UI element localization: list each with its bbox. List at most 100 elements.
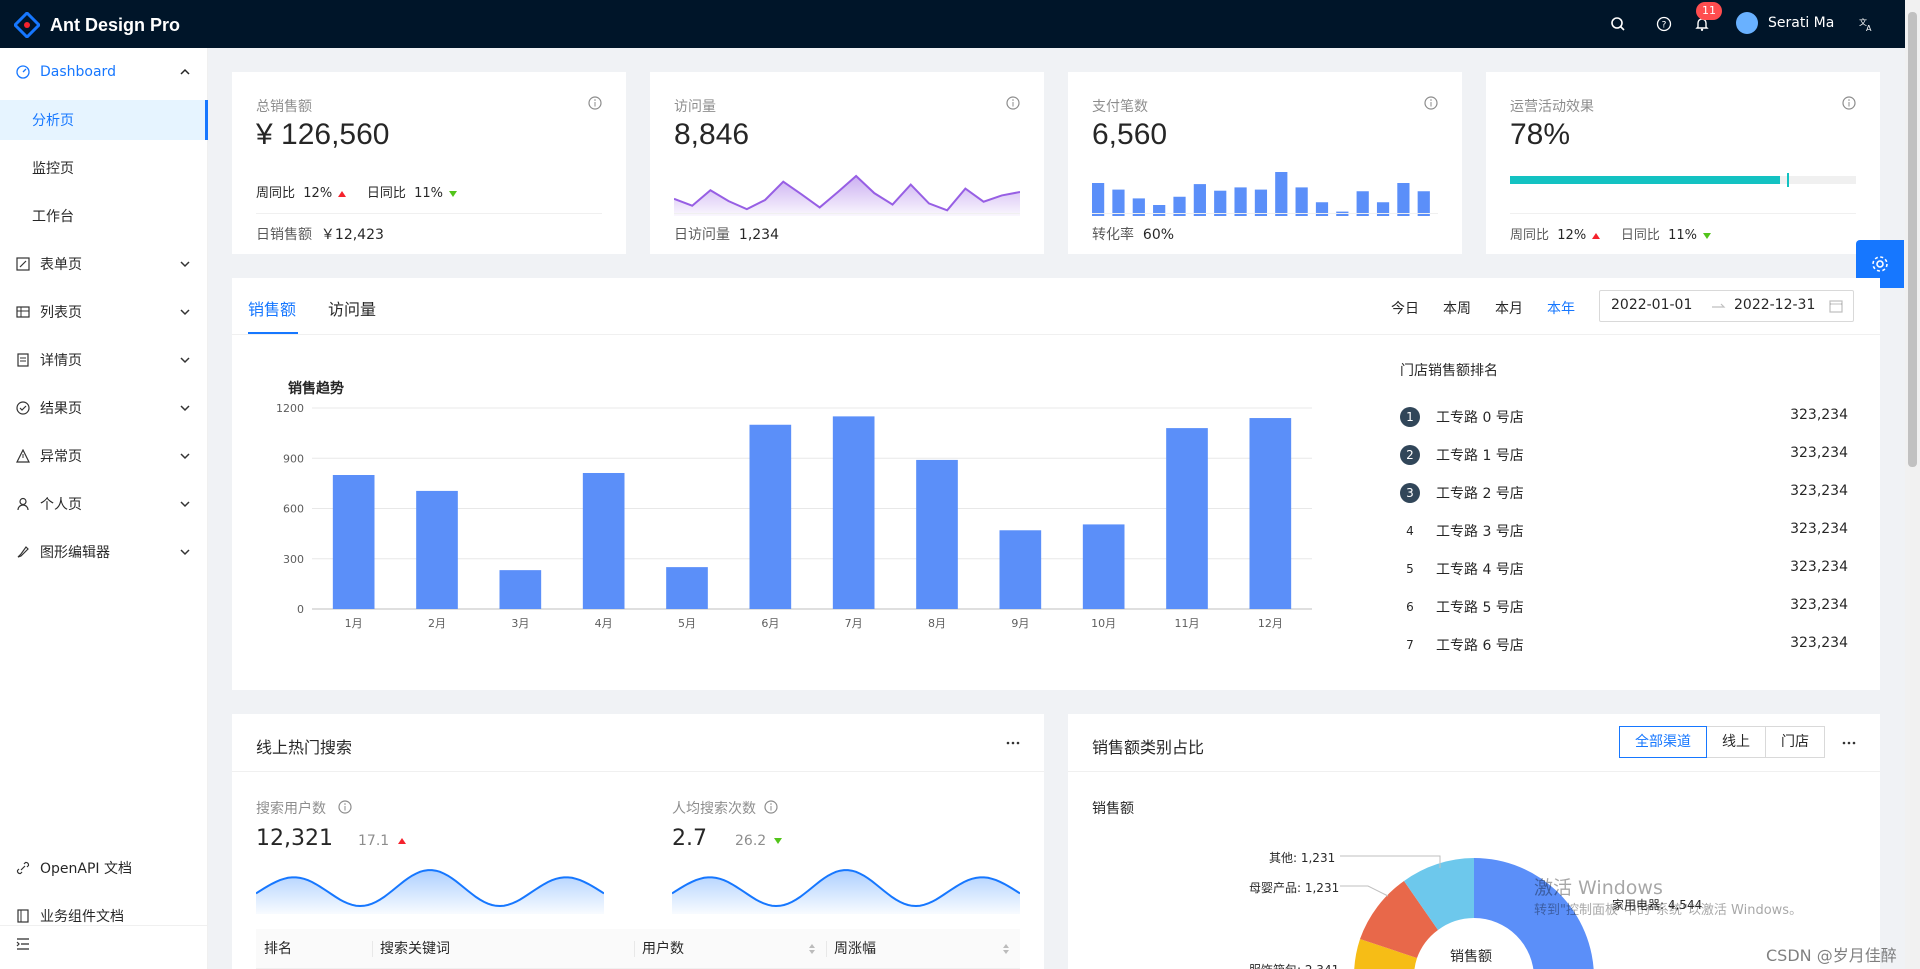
sidebar-item-result[interactable]: 结果页: [0, 388, 208, 428]
bar-7月: [832, 416, 875, 609]
date-range-picker[interactable]: 2022-01-01 2022-12-31: [1599, 290, 1854, 322]
info-circle-icon[interactable]: [588, 96, 602, 110]
channel-store-button[interactable]: 门店: [1765, 726, 1825, 758]
x-tick-label: 5月: [678, 617, 696, 630]
kpi-trends: 周同比 12% 日同比 11%: [1510, 224, 1712, 243]
sidebar-link-components[interactable]: 业务组件文档: [0, 896, 208, 936]
trend-label: 日同比: [366, 186, 406, 201]
progress-target-marker: [1786, 173, 1789, 187]
swap-right-icon: [1712, 303, 1726, 308]
label-line: [1340, 855, 1441, 868]
sidebar-item-exception[interactable]: 异常页: [0, 436, 208, 476]
ranking-item: 4 工专路 3 号店 323,234: [1400, 521, 1848, 541]
range-week[interactable]: 本周: [1443, 298, 1471, 318]
sidebar-item-workplace[interactable]: 工作台: [0, 196, 208, 236]
user-menu[interactable]: Serati Ma: [1736, 12, 1834, 34]
user-name: Serati Ma: [1768, 15, 1835, 31]
mini-bar: [1397, 183, 1410, 216]
category-share-card: 销售额类别占比 全部渠道 线上 门店 销售额 其他: 1,231 母婴产品: 1…: [1068, 714, 1880, 969]
users-value: 12,321: [256, 826, 333, 851]
app-title: Ant Design Pro: [50, 14, 181, 35]
bar-4月: [582, 472, 625, 609]
progress-track: [1510, 173, 1856, 187]
search-icon[interactable]: [1610, 16, 1626, 32]
info-circle-icon[interactable]: [338, 800, 352, 814]
kpi-title: 支付笔数: [1092, 99, 1148, 115]
translate-icon[interactable]: 文A: [1858, 16, 1874, 32]
col-keyword[interactable]: 搜索关键词: [380, 938, 450, 958]
ellipsis-icon[interactable]: [1006, 736, 1020, 750]
sidebar-item-analysis[interactable]: 分析页: [0, 100, 208, 140]
rank-number: 1: [1400, 407, 1420, 427]
sidebar-item-profile[interactable]: 详情页: [0, 340, 208, 380]
info-circle-icon[interactable]: [1842, 96, 1856, 110]
sidebar-item-account[interactable]: 个人页: [0, 484, 208, 524]
tab-sales[interactable]: 销售额: [248, 296, 296, 320]
caret-up-icon: [1592, 232, 1601, 239]
menu-fold-icon[interactable]: [16, 937, 30, 951]
footer-label: 转化率: [1092, 227, 1134, 243]
page-scrollbar[interactable]: [1905, 0, 1920, 969]
store-name: 工专路 2 号店: [1436, 486, 1524, 502]
channel-online-button[interactable]: 线上: [1706, 726, 1766, 758]
sidebar-item-monitor[interactable]: 监控页: [0, 148, 208, 188]
avg-search-change: 26.2: [735, 833, 767, 849]
trend-value: 12%: [303, 186, 333, 201]
label-line: [1340, 885, 1389, 897]
y-tick-label: 300: [283, 553, 304, 566]
bar-3月: [499, 570, 542, 609]
channel-all-button[interactable]: 全部渠道: [1619, 726, 1707, 758]
ranking-item: 3 工专路 2 号店 323,234: [1400, 483, 1848, 503]
col-users[interactable]: 用户数: [642, 938, 684, 958]
ranking-item: 7 工专路 6 号店 323,234: [1400, 635, 1848, 655]
info-circle-icon[interactable]: [1006, 96, 1020, 110]
range-start[interactable]: 2022-01-01: [1611, 297, 1692, 313]
kpi-trends: 周同比 12% 日同比 11%: [256, 182, 458, 201]
rank-number: 6: [1406, 600, 1414, 614]
question-icon[interactable]: ?: [1656, 16, 1672, 32]
col-weekly-change[interactable]: 周涨幅: [834, 938, 876, 958]
kpi-footer: 转化率 60%: [1092, 224, 1174, 244]
range-month[interactable]: 本月: [1495, 298, 1523, 318]
payments-mini-bar-chart: [1092, 172, 1430, 216]
footer-value: 1,234: [738, 227, 779, 243]
sidebar-item-editor[interactable]: 图形编辑器: [0, 532, 208, 572]
mini-bar: [1234, 187, 1247, 216]
avg-search-value: 2.7: [672, 826, 707, 851]
sidebar-item-label: 工作台: [32, 209, 74, 225]
info-circle-icon[interactable]: [764, 800, 778, 814]
tab-visits[interactable]: 访问量: [328, 296, 376, 320]
setting-icon: [1872, 256, 1888, 272]
chevron-down-icon: [180, 501, 190, 508]
range-year[interactable]: 本年: [1547, 298, 1575, 318]
range-today[interactable]: 今日: [1391, 298, 1419, 318]
store-name: 工专路 1 号店: [1436, 448, 1524, 464]
sidebar-link-openapi[interactable]: OpenAPI 文档: [0, 848, 208, 888]
caret-up-icon: [338, 190, 347, 197]
trend-label: 周同比: [1510, 228, 1550, 243]
sort-icon[interactable]: [1002, 942, 1010, 956]
x-tick-label: 4月: [595, 617, 613, 630]
trend-value: 11%: [414, 186, 444, 201]
kpi-card-visits: 访问量 8,846 日访问量 1,234: [650, 72, 1044, 254]
chevron-down-icon: [180, 405, 190, 412]
info-circle-icon[interactable]: [1424, 96, 1438, 110]
sidebar-item-list[interactable]: 列表页: [0, 292, 208, 332]
profile-icon: [17, 353, 29, 367]
x-tick-label: 1月: [345, 617, 363, 630]
divider: [674, 213, 1020, 214]
ellipsis-icon[interactable]: [1842, 736, 1856, 750]
chevron-down-icon: [180, 357, 190, 364]
kpi-value: 8,846: [674, 118, 750, 151]
brand[interactable]: Ant Design Pro: [14, 12, 180, 38]
user-icon: [17, 497, 29, 511]
store-name: 工专路 0 号店: [1436, 410, 1524, 426]
scrollbar-thumb[interactable]: [1908, 12, 1917, 467]
col-rank[interactable]: 排名: [264, 938, 292, 958]
sidebar-item-form[interactable]: 表单页: [0, 244, 208, 284]
sidebar-item-dashboard[interactable]: Dashboard: [0, 52, 208, 92]
bar-6月: [749, 424, 792, 609]
store-sales: 323,234: [1790, 597, 1848, 613]
range-end[interactable]: 2022-12-31: [1734, 297, 1815, 313]
sort-icon[interactable]: [808, 942, 816, 956]
